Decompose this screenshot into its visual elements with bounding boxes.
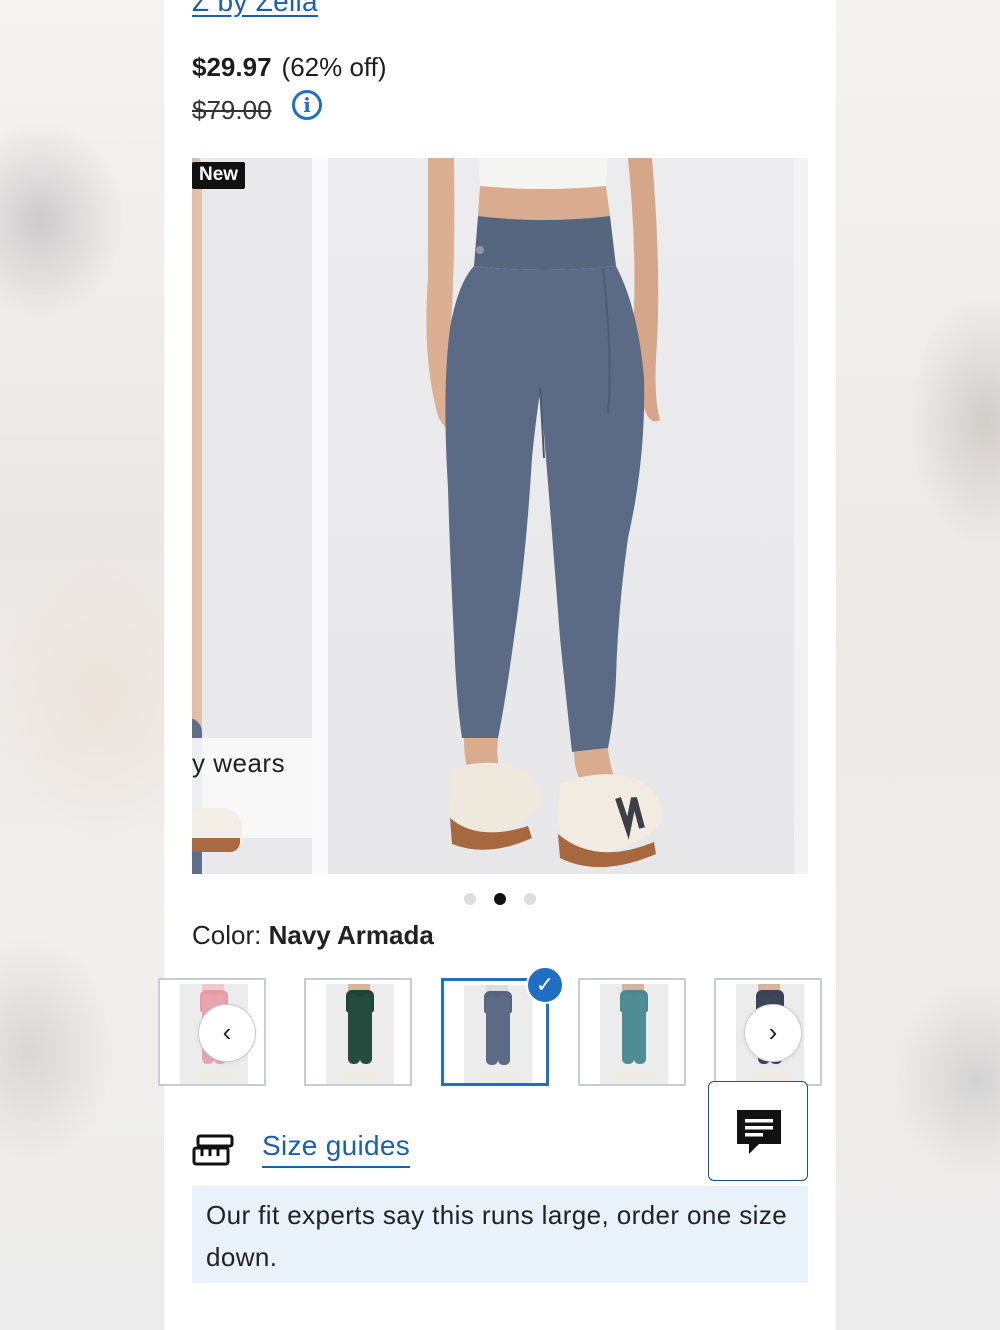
- color-swatch-forest-green[interactable]: [304, 978, 412, 1086]
- swatch-shoes: [344, 1072, 378, 1080]
- product-photo-leggings-back: [426, 158, 662, 868]
- info-icon[interactable]: i: [292, 90, 322, 120]
- image-carousel[interactable]: y wears New: [192, 158, 808, 874]
- carousel-slide-active[interactable]: [328, 158, 794, 874]
- swatch-shoes: [198, 1072, 232, 1080]
- chat-button[interactable]: [708, 1081, 808, 1181]
- price-original: $79.00: [192, 95, 272, 125]
- carousel-slide-previous[interactable]: y wears: [192, 158, 312, 874]
- swatch-leg: [634, 994, 646, 1064]
- size-guides-link[interactable]: Size guides: [262, 1130, 411, 1168]
- chat-bubble-icon: [737, 1110, 781, 1154]
- swatch-shoes: [754, 1072, 788, 1080]
- slide-gap: [312, 158, 328, 874]
- shoe-sole: [192, 838, 240, 852]
- swatch-leg: [348, 994, 360, 1064]
- size-guides-row: Size guides: [192, 1130, 452, 1170]
- new-badge: New: [192, 162, 246, 189]
- swatch-photo: [326, 984, 394, 1084]
- checkmark-icon: ✓: [526, 966, 564, 1004]
- swatch-shoes: [618, 1072, 652, 1080]
- chevron-right-icon[interactable]: ›: [744, 1004, 802, 1062]
- swatch-shoes: [482, 1073, 516, 1081]
- price-discount: (62% off): [281, 52, 387, 82]
- carousel-dot[interactable]: [463, 893, 476, 905]
- brand-link[interactable]: Z by Zella: [192, 0, 318, 18]
- carousel-dot-active[interactable]: [494, 893, 506, 905]
- price-current: $29.97: [192, 52, 272, 82]
- swatch-photo: [464, 985, 532, 1083]
- slide-caption: y wears: [192, 748, 286, 778]
- swatch-photo: [600, 984, 668, 1084]
- background-right: [836, 0, 1000, 1330]
- ruler-icon: [192, 1134, 234, 1166]
- price-row: $29.97 (62% off): [192, 52, 387, 83]
- color-swatches: ✓ ‹ ›: [158, 966, 824, 1090]
- carousel-dot[interactable]: [524, 893, 537, 905]
- swatch-leg: [622, 994, 634, 1064]
- carousel-slide-next[interactable]: [794, 158, 808, 874]
- background-left: [0, 0, 164, 1330]
- carousel-dots: [0, 892, 1000, 910]
- swatch-leg: [360, 994, 372, 1064]
- swatch-leg: [498, 995, 510, 1065]
- color-swatch-teal[interactable]: [578, 978, 686, 1086]
- swatch-leg: [486, 995, 498, 1065]
- chevron-left-icon[interactable]: ‹: [198, 1004, 256, 1062]
